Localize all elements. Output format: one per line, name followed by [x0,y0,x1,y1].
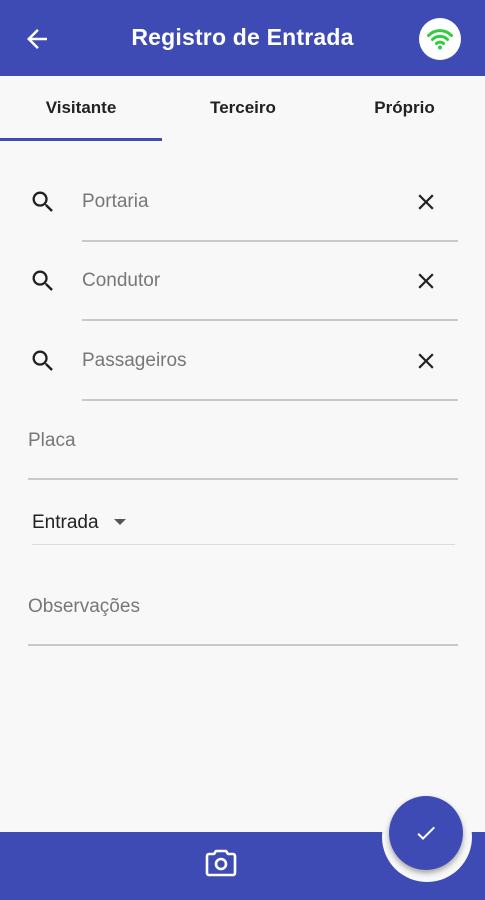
portaria-input[interactable]: Portaria [82,191,149,213]
close-icon[interactable] [413,189,439,215]
placa-input[interactable]: Placa [28,430,76,452]
condutor-input[interactable]: Condutor [82,270,160,292]
search-icon [32,350,53,371]
dropdown-value[interactable]: Entrada [32,512,99,534]
app-bar: Registro de Entrada [0,0,485,76]
close-icon[interactable] [413,348,439,374]
camera-icon [205,849,237,877]
camera-button[interactable] [205,848,237,878]
condutor-underline [82,319,458,321]
tab-indicator [0,138,162,141]
confirm-button[interactable] [389,796,463,870]
chevron-down-icon[interactable] [114,519,126,525]
tab-terceiro[interactable]: Terceiro [162,98,324,118]
placa-underline [28,478,458,480]
search-icon [32,270,53,291]
search-icon [32,191,53,212]
tab-bar: Visitante Terceiro Próprio [0,76,485,142]
dropdown-underline [32,544,455,545]
close-icon[interactable] [413,268,439,294]
portaria-underline [82,240,458,242]
passageiros-underline [82,399,458,401]
connection-status [419,18,461,60]
observacoes-underline [28,644,458,646]
observacoes-input[interactable]: Observações [28,596,140,618]
tab-proprio[interactable]: Próprio [324,98,485,118]
page-title: Registro de Entrada [131,24,354,50]
wifi-icon [427,29,453,50]
check-icon [417,826,435,840]
passageiros-input[interactable]: Passageiros [82,350,187,372]
tab-visitante[interactable]: Visitante [0,98,162,118]
